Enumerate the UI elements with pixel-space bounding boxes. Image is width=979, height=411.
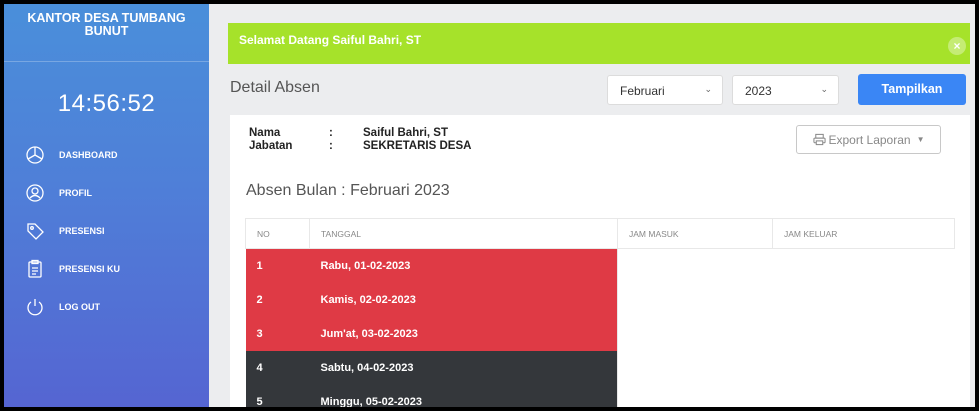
cell-date: Minggu, 05-02-2023 [309,384,618,407]
app-frame: KANTOR DESA TUMBANG BUNUT 14:56:52 DASHB… [4,4,975,407]
cell-date: Rabu, 01-02-2023 [309,248,618,283]
cell-date: Sabtu, 04-02-2023 [309,350,618,385]
sidebar-item-label: PROFIL [59,188,92,198]
employee-info: Nama : Saiful Bahri, ST Jabatan : SEKRET… [249,127,471,153]
power-icon [27,299,43,316]
tag-icon [27,223,44,240]
sidebar-nav: DASHBOARD PROFIL PRESENSI PRESENSI KU LO… [4,136,209,326]
table-row: 1 Rabu, 01-02-2023 [245,248,955,407]
dashboard-icon [26,146,44,164]
export-label: Export Laporan [828,132,911,147]
cell-no: 4 [245,350,310,385]
month-select-value: Februari [620,84,665,98]
chevron-down-icon: ⌄ [704,84,712,94]
table-header-row: NO TANGGAL JAM MASUK JAM KELUAR [245,218,955,249]
position-label: Jabatan [249,140,293,152]
sidebar-item-dashboard[interactable]: DASHBOARD [4,136,209,174]
separator: : [329,140,333,152]
cell-no: 3 [245,316,310,351]
separator: : [329,127,333,139]
sidebar-item-label: LOG OUT [59,302,100,312]
clipboard-icon [28,259,42,278]
cell-no: 5 [245,384,310,407]
alert-message: Selamat Datang Saiful Bahri, ST [239,33,422,47]
column-header-tanggal: TANGGAL [309,218,618,249]
column-header-no: NO [245,218,310,249]
chevron-down-icon: ⌄ [820,84,828,94]
welcome-alert: Selamat Datang Saiful Bahri, ST × [228,23,970,64]
column-header-jam-keluar: JAM KELUAR [772,218,955,249]
year-select[interactable]: 2023 ⌄ [732,75,839,105]
close-icon[interactable]: × [948,37,966,55]
cell-no: 2 [245,282,310,317]
attendance-card: Nama : Saiful Bahri, ST Jabatan : SEKRET… [230,115,970,407]
month-select[interactable]: Februari ⌄ [607,75,723,105]
sidebar-item-presensi-ku[interactable]: PRESENSI KU [4,250,209,288]
cell-date: Jum'at, 03-02-2023 [309,316,618,351]
empty-time-cell [617,248,955,407]
cell-date: Kamis, 02-02-2023 [309,282,618,317]
attendance-table: NO TANGGAL JAM MASUK JAM KELUAR 1 Rabu, … [245,218,955,407]
export-report-button[interactable]: Export Laporan ▼ [796,125,941,154]
profile-icon [26,184,44,202]
caret-down-icon: ▼ [916,135,925,144]
position-value: SEKRETARIS DESA [363,140,472,152]
sidebar-item-logout[interactable]: LOG OUT [4,288,209,326]
clock: 14:56:52 [57,90,156,117]
sidebar-item-profil[interactable]: PROFIL [4,174,209,212]
name-label: Nama [249,127,281,139]
month-title: Absen Bulan : Februari 2023 [246,182,450,199]
column-header-jam-masuk: JAM MASUK [617,218,773,249]
show-button[interactable]: Tampilkan [858,74,966,105]
sidebar-item-label: PRESENSI [59,226,105,236]
page-title: Detail Absen [230,79,320,96]
year-select-value: 2023 [745,84,772,98]
sidebar: KANTOR DESA TUMBANG BUNUT 14:56:52 DASHB… [4,4,209,407]
sidebar-item-presensi[interactable]: PRESENSI [4,212,209,250]
main-content: Selamat Datang Saiful Bahri, ST × Detail… [209,4,975,407]
printer-icon [812,133,826,146]
sidebar-item-label: PRESENSI KU [59,264,121,274]
cell-no: 1 [245,248,310,283]
sidebar-item-label: DASHBOARD [59,150,118,160]
sidebar-brand: KANTOR DESA TUMBANG BUNUT [4,4,209,62]
name-value: Saiful Bahri, ST [363,127,448,139]
